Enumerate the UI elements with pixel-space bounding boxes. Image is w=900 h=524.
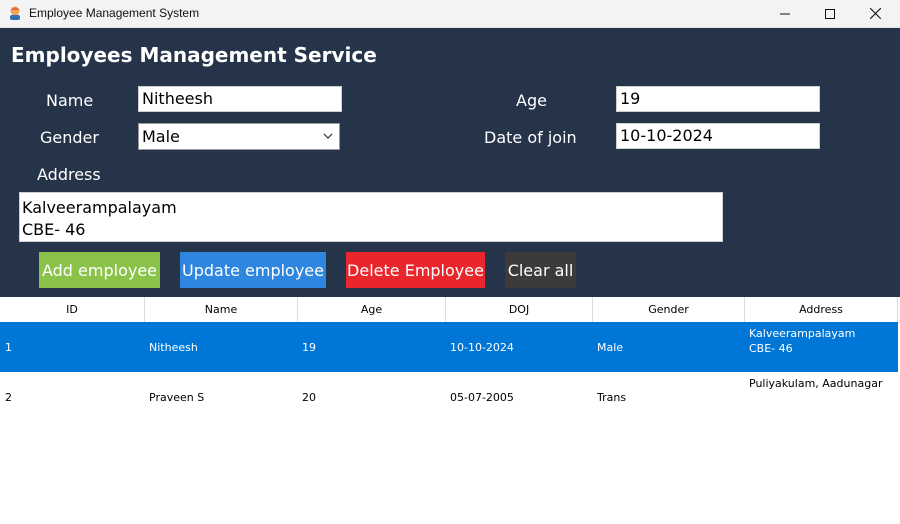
column-header-name[interactable]: Name: [145, 297, 298, 322]
maximize-icon: [825, 8, 835, 19]
close-button[interactable]: [852, 0, 898, 27]
name-input[interactable]: Nitheesh: [138, 86, 342, 112]
cell-doj: 10-10-2024: [450, 341, 514, 354]
doj-input[interactable]: 10-10-2024: [616, 123, 820, 149]
name-label: Name: [46, 91, 94, 110]
gender-label: Gender: [40, 128, 99, 147]
cell-name: Praveen S: [149, 391, 205, 404]
cell-id: 2: [5, 391, 12, 404]
column-header-gender[interactable]: Gender: [593, 297, 745, 322]
minimize-button[interactable]: [762, 0, 808, 27]
address-line: CBE- 46: [749, 342, 793, 355]
cell-name: Nitheesh: [149, 341, 198, 354]
address-textarea[interactable]: Kalveerampalayam CBE- 46: [19, 192, 723, 242]
address-line: Puliyakulam, Aadunagar: [749, 377, 883, 390]
cell-age: 19: [302, 341, 316, 354]
address-label: Address: [37, 165, 101, 184]
column-header-age[interactable]: Age: [298, 297, 446, 322]
cell-gender: Trans: [597, 391, 627, 404]
add-employee-button[interactable]: Add employee: [39, 252, 160, 288]
doj-label: Date of join: [484, 128, 577, 147]
page-title: Employees Management Service: [11, 43, 377, 67]
gender-selected-value: Male: [142, 127, 180, 146]
clear-all-button[interactable]: Clear all: [505, 252, 576, 288]
address-line: Kalveerampalayam: [22, 198, 177, 217]
chevron-down-icon: [323, 133, 333, 139]
age-label: Age: [516, 91, 547, 110]
age-input[interactable]: 19: [616, 86, 820, 112]
column-header-id[interactable]: ID: [0, 297, 145, 322]
table-header: ID Name Age DOJ Gender Address: [0, 297, 900, 323]
minimize-icon: [780, 13, 790, 14]
update-employee-button[interactable]: Update employee: [180, 252, 326, 288]
delete-employee-button[interactable]: Delete Employee: [346, 252, 485, 288]
maximize-button[interactable]: [807, 0, 853, 27]
column-header-doj[interactable]: DOJ: [446, 297, 593, 322]
form-panel: Employees Management Service Name Nithee…: [0, 28, 900, 297]
window-title: Employee Management System: [29, 6, 200, 20]
close-icon: [869, 8, 881, 19]
app-icon: [10, 6, 20, 20]
cell-doj: 05-07-2005: [450, 391, 514, 404]
gender-select[interactable]: Male: [138, 123, 340, 150]
cell-age: 20: [302, 391, 316, 404]
title-bar: Employee Management System: [0, 0, 900, 28]
table-row[interactable]: 2 Praveen S 20 05-07-2005 Trans Puliyaku…: [0, 372, 898, 422]
column-header-address[interactable]: Address: [745, 297, 898, 322]
address-line: Kalveerampalayam: [749, 327, 856, 340]
table-row[interactable]: 1 Nitheesh 19 10-10-2024 Male Kalveeramp…: [0, 322, 898, 372]
cell-gender: Male: [597, 341, 624, 354]
address-line: CBE- 46: [22, 220, 86, 239]
cell-id: 1: [5, 341, 12, 354]
cell-address: Kalveerampalayam CBE- 46: [749, 326, 855, 356]
cell-address: Puliyakulam, Aadunagar: [749, 376, 882, 391]
